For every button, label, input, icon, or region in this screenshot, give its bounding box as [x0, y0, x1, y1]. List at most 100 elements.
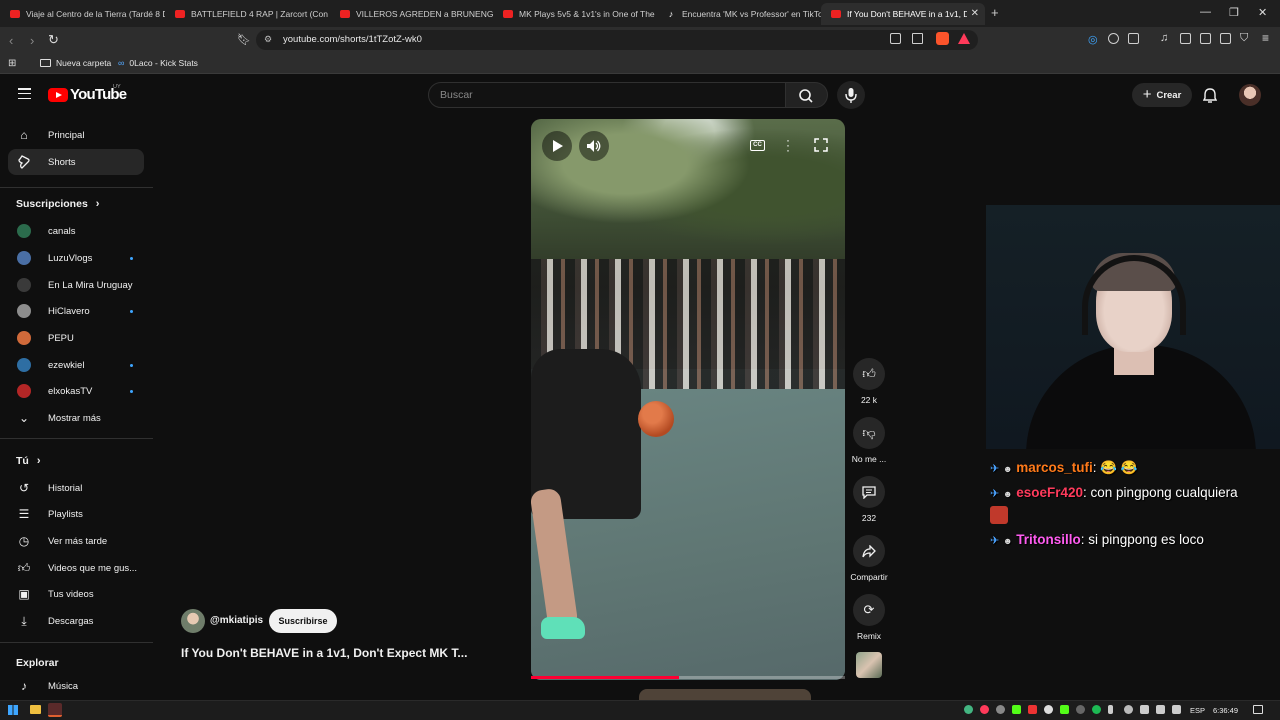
- chat-badge-icon: ✈: [990, 463, 1000, 475]
- fullscreen-icon[interactable]: [814, 138, 828, 157]
- shorts-video-player[interactable]: [531, 119, 845, 680]
- close-tab-icon[interactable]: ✕: [971, 8, 979, 19]
- brave-taskbar-icon[interactable]: [48, 703, 62, 717]
- show-more-button[interactable]: ⌄ Mostrar más: [8, 405, 144, 431]
- browser-tab[interactable]: VILLEROS AGREDEN a BRUNENGER y: [330, 3, 493, 25]
- windows-start-icon[interactable]: [8, 705, 18, 715]
- channel-avatar[interactable]: [181, 609, 205, 633]
- site-info-icon[interactable]: ⚙: [264, 34, 272, 45]
- tray-app-icon[interactable]: [1044, 705, 1053, 714]
- tray-app-icon[interactable]: [1012, 705, 1021, 714]
- new-tab-icon[interactable]: +: [991, 5, 999, 20]
- subscriptions-heading[interactable]: Suscripciones ›: [16, 198, 99, 210]
- screenshot-icon[interactable]: [1128, 33, 1139, 44]
- close-window-icon[interactable]: ✕: [1258, 6, 1267, 19]
- browser-tab-title: MK Plays 5v5 & 1v1's in One of The M: [519, 9, 656, 19]
- leo-icon[interactable]: [1220, 33, 1231, 44]
- like-icon: 👍︎: [862, 366, 876, 381]
- sidebar-item-watch-later[interactable]: ◷ Ver más tarde: [8, 528, 144, 554]
- volume-tray-icon[interactable]: [1172, 705, 1181, 714]
- browser-tab[interactable]: Viaje al Centro de la Tierra (Tardé 8 D: [0, 3, 165, 25]
- browser-tab-active[interactable]: If You Don't BEHAVE in a 1v1, Do ✕: [821, 3, 985, 25]
- sidebar-item-playlists[interactable]: ☰ Playlists: [8, 501, 144, 527]
- system-clock[interactable]: 6:36:49: [1213, 706, 1238, 715]
- sidebar-item-music[interactable]: ♪ Música: [8, 673, 144, 699]
- file-explorer-icon[interactable]: [30, 705, 41, 714]
- bookmark-link[interactable]: ∞ 0Laco - Kick Stats: [118, 58, 198, 68]
- tray-app-icon[interactable]: [1060, 705, 1069, 714]
- sidebar-channel[interactable]: En La Mira Uruguay: [8, 272, 144, 298]
- youtube-logo-icon[interactable]: [48, 88, 68, 102]
- network-icon[interactable]: [1140, 705, 1149, 714]
- next-short-preview[interactable]: [639, 689, 811, 700]
- restore-icon[interactable]: ❐: [1229, 6, 1239, 19]
- apps-grid-icon[interactable]: ⊞: [8, 58, 16, 69]
- spotify-icon[interactable]: [1092, 705, 1101, 714]
- sidebar-item-shorts[interactable]: Shorts: [8, 149, 144, 175]
- forward-icon[interactable]: ›: [30, 33, 34, 48]
- comments-button[interactable]: [853, 476, 885, 508]
- sidebar-channel[interactable]: PEPU: [8, 325, 144, 351]
- extensions-icon[interactable]: [1108, 33, 1119, 44]
- cast-icon[interactable]: [890, 33, 901, 44]
- reload-icon[interactable]: ↻: [48, 32, 59, 48]
- share-button[interactable]: [853, 535, 885, 567]
- wallet-icon[interactable]: [1200, 33, 1211, 44]
- tray-app-icon[interactable]: [1076, 705, 1085, 714]
- back-icon[interactable]: ‹: [9, 33, 13, 48]
- browser-tab[interactable]: BATTLEFIELD 4 RAP | Zarcort (Con Pi: [165, 3, 330, 25]
- search-input[interactable]: [428, 82, 786, 108]
- keyboard-language[interactable]: ESP: [1190, 706, 1205, 715]
- sound-thumbnail[interactable]: [856, 652, 882, 678]
- sidebar-channel[interactable]: ezewkiel: [8, 352, 144, 378]
- minimize-icon[interactable]: —: [1200, 6, 1211, 18]
- hamburger-menu-icon[interactable]: [18, 88, 31, 102]
- sidebar-channel[interactable]: canals: [8, 218, 144, 244]
- sidebar-channel[interactable]: LuzuVlogs: [8, 245, 144, 271]
- voice-search-button[interactable]: [837, 81, 865, 109]
- subscriptions-heading-label: Suscripciones: [16, 198, 88, 210]
- tray-app-icon[interactable]: [980, 705, 989, 714]
- browser-tab[interactable]: ♪ Encuentra 'MK vs Professor' en TikTo: [656, 3, 821, 25]
- sidebar-item-your-videos[interactable]: ▣ Tus videos: [8, 581, 144, 607]
- tray-app-icon[interactable]: [996, 705, 1005, 714]
- sidebar-item-historial[interactable]: ↺ Historial: [8, 475, 144, 501]
- browser-tab[interactable]: MK Plays 5v5 & 1v1's in One of The M: [493, 3, 656, 25]
- remix-button[interactable]: ⟳: [853, 594, 885, 626]
- sidebar-toggle-icon[interactable]: [1180, 33, 1191, 44]
- sidebar-item-downloads[interactable]: ⤓ Descargas: [8, 608, 144, 634]
- bookmark-icon[interactable]: 🔖︎: [237, 33, 251, 46]
- sidebar-channel[interactable]: HiClavero: [8, 298, 144, 324]
- tray-app-icon[interactable]: [1028, 705, 1037, 714]
- sidebar-item-liked-videos[interactable]: 👍︎ Videos que me gus...: [8, 555, 144, 581]
- vpn-icon[interactable]: ⛉: [1240, 32, 1248, 45]
- notification-center-icon[interactable]: [1253, 705, 1263, 714]
- account-avatar[interactable]: [1239, 84, 1261, 106]
- display-icon[interactable]: [1156, 705, 1165, 714]
- captions-icon[interactable]: CC: [750, 140, 765, 151]
- search-button[interactable]: [786, 82, 828, 108]
- like-button[interactable]: 👍︎: [853, 358, 885, 390]
- subscribe-button[interactable]: Suscribirse: [269, 609, 337, 633]
- short-title[interactable]: If You Don't BEHAVE in a 1v1, Don't Expe…: [181, 646, 501, 660]
- you-heading[interactable]: Tú ›: [16, 455, 41, 467]
- tray-app-icon[interactable]: [964, 705, 973, 714]
- play-button[interactable]: [542, 131, 572, 161]
- share-page-icon[interactable]: [912, 33, 923, 44]
- media-icon[interactable]: ♫: [1160, 32, 1168, 44]
- more-options-icon[interactable]: · · ·: [786, 134, 790, 156]
- volume-button[interactable]: [579, 131, 609, 161]
- tray-app-icon[interactable]: [1124, 705, 1133, 714]
- notifications-icon[interactable]: [1202, 87, 1218, 108]
- create-button[interactable]: + Crear: [1132, 83, 1192, 107]
- brave-shields-icon[interactable]: [936, 32, 949, 45]
- sidebar-channel[interactable]: elxokasTV: [8, 378, 144, 404]
- brave-rewards-icon[interactable]: [958, 33, 970, 44]
- menu-icon[interactable]: ≡: [1262, 31, 1269, 45]
- microphone-tray-icon[interactable]: [1108, 705, 1113, 714]
- channel-handle[interactable]: @mkiatipis: [210, 615, 263, 626]
- bookmark-folder[interactable]: Nueva carpeta: [40, 58, 111, 68]
- sidebar-item-principal[interactable]: ⌂ Principal: [8, 122, 144, 148]
- extension-icon[interactable]: ◎: [1088, 33, 1098, 46]
- dislike-button[interactable]: 👎︎: [853, 417, 885, 449]
